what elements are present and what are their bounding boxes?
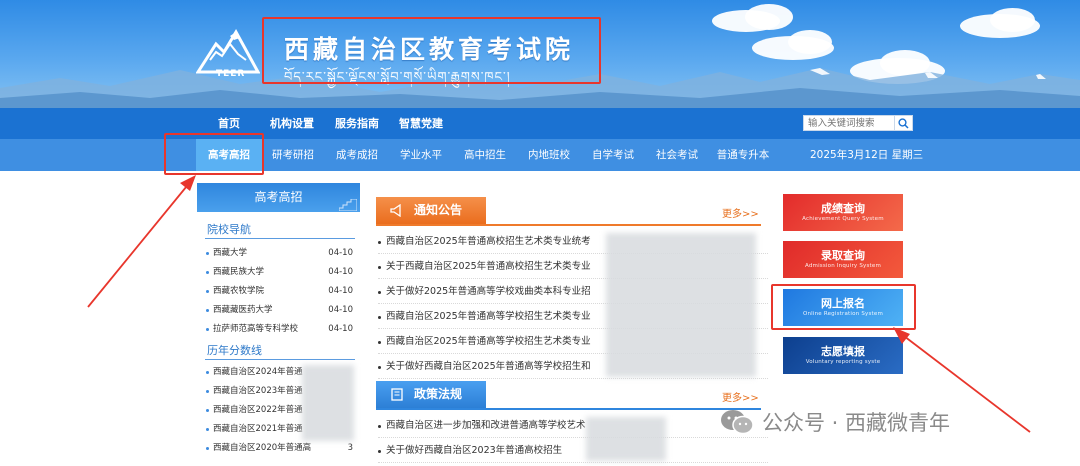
watermark-text: 公众号 · 西藏微青年 (762, 411, 951, 435)
wechat-icon (721, 410, 754, 435)
page: TEER 西藏自治区教育考试院 བོད་རང་སྐྱོང་ལྗོངས་སློབ་… (0, 0, 1080, 466)
annotation-arrows (87, 175, 1031, 433)
wechat-watermark: 公众号 · 西藏微青年 (720, 400, 950, 444)
